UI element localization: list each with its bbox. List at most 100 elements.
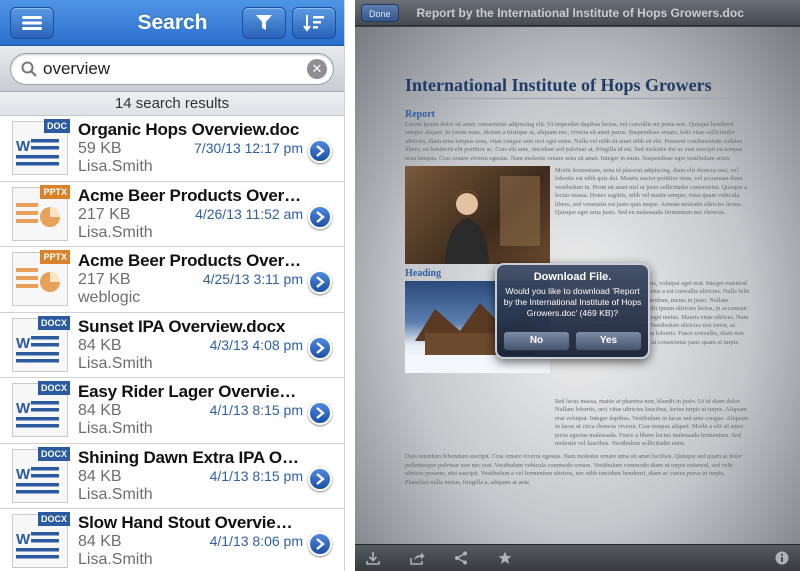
file-size: 84 KB	[78, 467, 122, 485]
file-date: 7/30/13 12:17 pm	[194, 140, 303, 157]
nav-bar: Search	[0, 0, 344, 46]
file-thumbnail: W DOC	[10, 119, 70, 177]
file-date: 4/3/13 4:08 pm	[209, 336, 303, 353]
download-button[interactable]	[365, 551, 381, 565]
file-name: Shining Dawn Extra IPA Ove...	[78, 447, 303, 467]
viewer-top-bar: Done Report by the International Institu…	[355, 0, 800, 26]
detail-disclosure-button[interactable]	[308, 204, 332, 229]
detail-disclosure-button[interactable]	[308, 401, 332, 425]
chevron-right-icon	[316, 276, 325, 288]
file-name: Sunset IPA Overview.docx	[78, 316, 286, 336]
chevron-right-icon	[316, 538, 325, 550]
document-page[interactable]: International Institute of Hops Growers …	[355, 27, 800, 544]
star-icon	[498, 551, 512, 564]
network-share-icon	[455, 551, 467, 565]
download-dialog: Download File. Would you like to downloa…	[495, 263, 650, 359]
search-bar: ✕	[0, 46, 344, 92]
info-icon	[775, 551, 789, 565]
document-title: Report by the International Institute of…	[416, 5, 744, 20]
result-row[interactable]: W DOCX Shining Dawn Extra IPA Ove... 84 KB 4…	[0, 443, 344, 509]
file-thumbnail: W DOCX	[10, 446, 70, 505]
share-button[interactable]	[409, 551, 425, 565]
file-thumbnail: W DOCX	[10, 512, 70, 570]
file-name: Slow Hand Stout Overview.d...	[78, 513, 303, 533]
svg-text:W: W	[16, 466, 31, 483]
result-row[interactable]: W DOC Organic Hops Overview.doc 59 KB 7/30/1…	[0, 116, 344, 182]
result-row[interactable]: W DOCX Easy Rider Lager Overview.... 84 KB 4…	[0, 378, 344, 444]
file-size: 84 KB	[78, 402, 122, 420]
file-type-badge: PPTX	[40, 250, 70, 265]
file-size: 59 KB	[78, 140, 122, 158]
filter-button[interactable]	[242, 6, 286, 39]
sort-button[interactable]	[292, 6, 336, 39]
viewer-toolbar	[355, 544, 800, 571]
close-icon: ✕	[311, 61, 323, 76]
hamburger-icon	[22, 15, 42, 30]
share-icon	[409, 552, 424, 565]
results-list: W DOC Organic Hops Overview.doc 59 KB 7/30/1…	[0, 116, 344, 571]
doc-paragraph: Lorem ipsum dolor sit amet, consectetur …	[405, 121, 743, 162]
file-owner: Lisa.Smith	[78, 420, 153, 438]
file-owner: Lisa.Smith	[78, 223, 153, 241]
chevron-right-icon	[316, 145, 325, 157]
svg-text:W: W	[16, 400, 31, 417]
file-size: 84 KB	[78, 533, 122, 551]
file-name: Easy Rider Lager Overview....	[78, 382, 303, 402]
funnel-icon	[256, 14, 272, 30]
brewer-photo-icon	[445, 176, 540, 265]
favorite-button[interactable]	[497, 551, 513, 565]
result-row[interactable]: PPTX Acme Beer Products Overvi... 217 KB 4/…	[0, 181, 344, 247]
result-row[interactable]: W DOCX Sunset IPA Overview.docx 84 KB 4/3/13…	[0, 312, 344, 378]
chevron-right-icon	[316, 341, 325, 354]
file-thumbnail: W DOCX	[10, 381, 70, 439]
doc-paragraph: Sed lacus massa, mattis at pharetra non,…	[555, 398, 749, 448]
search-field[interactable]: ✕	[10, 53, 334, 85]
file-type-badge: DOCX	[37, 381, 70, 396]
results-count: 14 search results	[0, 92, 344, 116]
file-name: Organic Hops Overview.doc	[78, 120, 300, 140]
file-date: 4/25/13 3:11 pm	[202, 271, 303, 288]
doc-image-brewer	[405, 166, 550, 265]
detail-disclosure-button[interactable]	[308, 270, 332, 294]
chevron-right-icon	[316, 210, 325, 223]
doc-section-report: Report	[405, 109, 435, 120]
svg-text:W: W	[16, 138, 31, 155]
file-type-badge: DOCX	[37, 446, 70, 461]
file-owner: weblogic	[78, 289, 141, 307]
sort-icon	[303, 14, 324, 32]
file-thumbnail: PPTX	[10, 184, 70, 243]
detail-disclosure-button[interactable]	[308, 139, 332, 163]
svg-text:W: W	[16, 531, 31, 548]
doc-paragraph-right: Morbi fermentum, urna id placerat adipis…	[555, 167, 747, 217]
detail-disclosure-button[interactable]	[308, 532, 332, 556]
doc-paragraph: Duis interdum bibendum suscipit. Cras or…	[405, 453, 743, 486]
file-owner: Lisa.Smith	[78, 354, 153, 372]
search-icon	[21, 61, 37, 77]
file-type-badge: DOC	[44, 119, 70, 134]
result-row[interactable]: W DOCX Slow Hand Stout Overview.d... 84 KB 4…	[0, 509, 344, 571]
file-thumbnail: W DOCX	[10, 315, 70, 374]
done-button[interactable]: Done	[361, 3, 399, 22]
detail-disclosure-button[interactable]	[308, 335, 332, 360]
dialog-no-button[interactable]: No	[503, 331, 570, 351]
detail-disclosure-button[interactable]	[308, 466, 332, 491]
file-date: 4/1/13 8:15 pm	[209, 402, 303, 419]
search-input[interactable]	[43, 59, 307, 79]
svg-text:W: W	[16, 335, 31, 352]
chevron-right-icon	[316, 472, 325, 485]
info-button[interactable]	[774, 551, 790, 565]
document-viewer: Done Report by the International Institu…	[355, 0, 800, 571]
file-type-badge: DOCX	[37, 512, 70, 527]
file-name: Acme Beer Products Overvi...	[78, 251, 303, 271]
clear-search-button[interactable]: ✕	[307, 59, 327, 79]
network-share-button[interactable]	[453, 551, 469, 565]
file-name: Acme Beer Products Overvi...	[78, 185, 303, 205]
file-type-badge: PPTX	[40, 184, 70, 199]
file-type-badge: DOCX	[37, 315, 70, 330]
file-date: 4/26/13 11:52 am	[195, 205, 303, 222]
dialog-yes-button[interactable]: Yes	[575, 331, 642, 351]
dialog-message: Would you like to download 'Report by th…	[503, 286, 642, 318]
download-icon	[366, 552, 380, 565]
menu-button[interactable]	[10, 6, 54, 39]
result-row[interactable]: PPTX Acme Beer Products Overvi... 217 KB 4/…	[0, 247, 344, 313]
